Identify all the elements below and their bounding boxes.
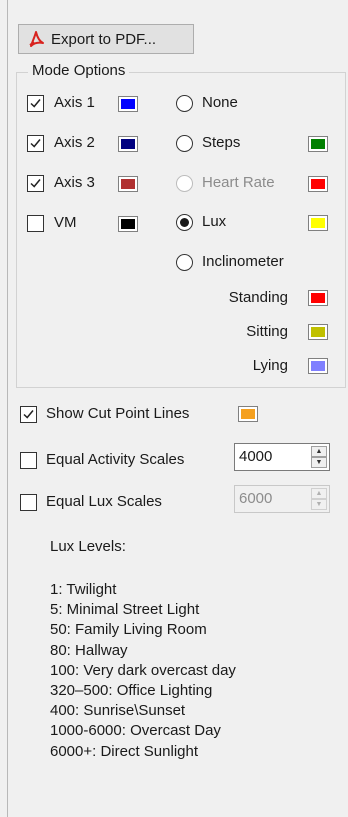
equal-lux-scales-checkbox[interactable] xyxy=(20,494,37,511)
mode-steps-radio[interactable] xyxy=(176,135,193,152)
axis-2-checkbox[interactable] xyxy=(27,135,44,152)
heart-rate-color-swatch[interactable] xyxy=(308,176,328,192)
checkmark-icon xyxy=(23,410,34,419)
checkmark-icon xyxy=(30,179,41,188)
lux-level-item: 6000+: Direct Sunlight xyxy=(50,742,199,760)
show-cut-point-lines-label: Show Cut Point Lines xyxy=(46,405,190,422)
checkmark-icon xyxy=(30,139,41,148)
vm-checkbox[interactable] xyxy=(27,215,44,232)
pdf-icon xyxy=(27,30,45,48)
checkmark-icon xyxy=(30,99,41,108)
heart-rate-color-fill xyxy=(311,179,325,189)
lux-color-swatch[interactable] xyxy=(308,215,328,231)
mode-none-label: None xyxy=(202,94,238,111)
spin-down-arrow-icon[interactable]: ▼ xyxy=(311,457,327,468)
vm-label: VM xyxy=(54,214,77,231)
standing-color-swatch[interactable] xyxy=(308,290,328,306)
cut-point-color-swatch[interactable] xyxy=(238,406,258,422)
equal-activity-scales-checkbox[interactable] xyxy=(20,452,37,469)
mode-inclinometer-label: Inclinometer xyxy=(202,253,284,270)
mode-lux-label: Lux xyxy=(202,213,227,230)
radio-selected-dot xyxy=(180,218,189,227)
mode-lux-radio[interactable] xyxy=(176,214,193,231)
equal-activity-scales-label: Equal Activity Scales xyxy=(46,451,185,468)
panel-left-border xyxy=(7,0,8,817)
axis-1-color-fill xyxy=(121,99,135,109)
steps-color-fill xyxy=(311,139,325,149)
axis-3-checkbox[interactable] xyxy=(27,175,44,192)
mode-heart-rate-radio[interactable] xyxy=(176,175,193,192)
lying-color-fill xyxy=(311,361,325,371)
activity-scale-spinbox[interactable]: 4000 ▲ ▼ xyxy=(234,443,330,471)
axis-2-color-fill xyxy=(121,139,135,149)
axis-2-label: Axis 2 xyxy=(54,134,95,151)
lux-level-item: 320–500: Office Lighting xyxy=(50,682,213,700)
mode-none-radio[interactable] xyxy=(176,95,193,112)
export-pdf-button[interactable]: Export to PDF... xyxy=(18,24,194,54)
lux-scale-spinbox[interactable]: 6000 ▲ ▼ xyxy=(234,485,330,513)
spin-up-arrow-icon[interactable]: ▲ xyxy=(311,488,327,499)
standing-color-fill xyxy=(311,293,325,303)
vm-color-swatch[interactable] xyxy=(118,216,138,232)
lux-levels-title: Lux Levels: xyxy=(50,538,126,555)
steps-color-swatch[interactable] xyxy=(308,136,328,152)
show-cut-point-lines-checkbox[interactable] xyxy=(20,406,37,423)
lux-level-item: 5: Minimal Street Light xyxy=(50,601,200,619)
lux-scale-value: 6000 xyxy=(239,490,273,507)
lying-label: Lying xyxy=(252,357,288,374)
axis-3-label: Axis 3 xyxy=(54,174,95,191)
sitting-color-swatch[interactable] xyxy=(308,324,328,340)
axis-1-checkbox[interactable] xyxy=(27,95,44,112)
spin-down-arrow-icon[interactable]: ▼ xyxy=(311,499,327,510)
lux-level-item: 50: Family Living Room xyxy=(50,621,207,639)
lux-color-fill xyxy=(311,218,325,228)
sitting-label: Sitting xyxy=(246,323,288,340)
sitting-color-fill xyxy=(311,327,325,337)
axis-3-color-fill xyxy=(121,179,135,189)
mode-options-title: Mode Options xyxy=(28,62,130,79)
cut-point-color-fill xyxy=(241,409,255,419)
lux-level-item: 1: Twilight xyxy=(50,581,117,598)
activity-scale-value: 4000 xyxy=(239,448,273,465)
lying-color-swatch[interactable] xyxy=(308,358,328,374)
lux-levels-list: 1: Twilight 5: Minimal Street Light 50: … xyxy=(50,580,236,762)
mode-heart-rate-label: Heart Rate xyxy=(202,174,275,191)
mode-steps-label: Steps xyxy=(202,134,241,151)
export-pdf-label: Export to PDF... xyxy=(51,30,157,48)
axis-1-color-swatch[interactable] xyxy=(118,96,138,112)
standing-label: Standing xyxy=(228,289,288,306)
spin-up-arrow-icon[interactable]: ▲ xyxy=(311,446,327,457)
lux-level-item: 100: Very dark overcast day xyxy=(50,661,236,679)
axis-2-color-swatch[interactable] xyxy=(118,136,138,152)
lux-level-item: 400: Sunrise\Sunset xyxy=(50,702,186,720)
equal-lux-scales-label: Equal Lux Scales xyxy=(46,493,162,510)
axis-1-label: Axis 1 xyxy=(54,94,95,111)
mode-inclinometer-radio[interactable] xyxy=(176,254,193,271)
axis-3-color-swatch[interactable] xyxy=(118,176,138,192)
lux-level-item: 80: Hallway xyxy=(50,641,128,659)
vm-color-fill xyxy=(121,219,135,229)
lux-level-item: 1000-6000: Overcast Day xyxy=(50,722,221,740)
